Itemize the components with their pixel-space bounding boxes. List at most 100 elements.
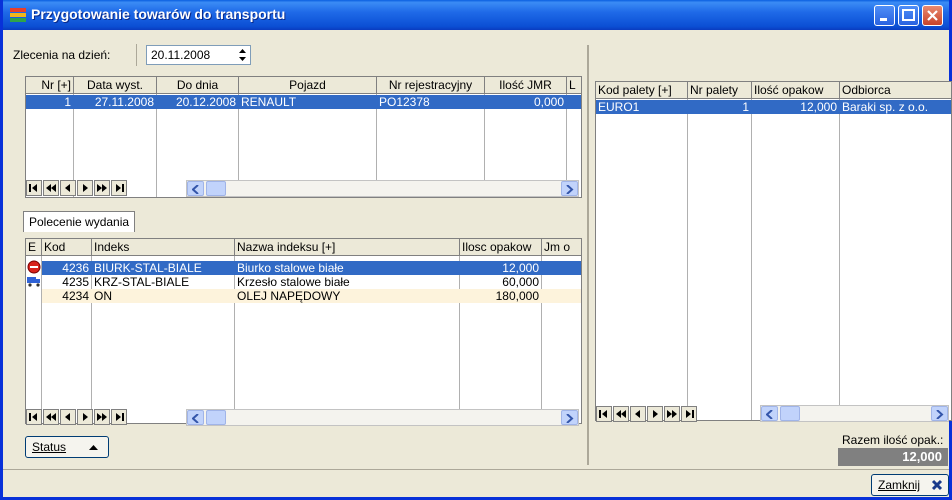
nav-next-page-button[interactable] bbox=[94, 180, 110, 196]
arrow-left-icon bbox=[192, 414, 199, 423]
nav-prev-page-button[interactable] bbox=[43, 180, 59, 196]
scroll-thumb[interactable] bbox=[206, 410, 226, 425]
orders-col-date[interactable]: Data wyst. bbox=[74, 77, 157, 94]
release-col-qty[interactable]: Ilosc opakow bbox=[460, 239, 542, 256]
nav-prev-page-button[interactable] bbox=[613, 406, 629, 422]
next-icon bbox=[653, 410, 658, 418]
orders-col-due[interactable]: Do dnia bbox=[157, 77, 239, 94]
first-icon bbox=[599, 410, 607, 418]
arrow-down-icon bbox=[239, 57, 246, 61]
close-button[interactable]: Zamknij bbox=[871, 474, 949, 496]
release-col-unit[interactable]: Jm o bbox=[542, 239, 581, 256]
release-col-name[interactable]: Nazwa indeksu [+] bbox=[235, 239, 460, 256]
spin-up-button[interactable] bbox=[235, 47, 249, 55]
close-icon bbox=[927, 10, 938, 21]
vertical-splitter[interactable] bbox=[587, 45, 589, 465]
table-row[interactable]: 4236 BIURK-STAL-BIALE Biurko stalowe bia… bbox=[42, 261, 581, 275]
nav-prev-page-button[interactable] bbox=[43, 409, 59, 425]
scroll-left-button[interactable] bbox=[187, 181, 204, 196]
nav-next-button[interactable] bbox=[647, 406, 663, 422]
scroll-left-button[interactable] bbox=[761, 406, 778, 421]
last-icon bbox=[116, 413, 124, 421]
nav-first-button[interactable] bbox=[26, 180, 42, 196]
scroll-right-button[interactable] bbox=[931, 406, 948, 421]
maximize-button[interactable] bbox=[898, 5, 919, 26]
next-page-icon bbox=[97, 184, 107, 192]
orders-col-plate[interactable]: Nr rejestracyjny bbox=[377, 77, 485, 94]
app-icon bbox=[10, 8, 26, 22]
release-hscrollbar[interactable] bbox=[186, 409, 579, 426]
status-button-label: Status bbox=[32, 440, 67, 454]
minimize-icon bbox=[880, 18, 887, 21]
release-col-e[interactable]: E bbox=[26, 239, 42, 256]
nav-next-page-button[interactable] bbox=[664, 406, 680, 422]
first-icon bbox=[29, 413, 37, 421]
prev-page-icon bbox=[46, 413, 56, 421]
scroll-thumb[interactable] bbox=[780, 406, 800, 421]
arrow-right-icon bbox=[566, 414, 574, 423]
status-button[interactable]: Status bbox=[25, 436, 109, 458]
prev-icon bbox=[65, 413, 70, 421]
stop-icon bbox=[27, 260, 41, 274]
nav-next-page-button[interactable] bbox=[94, 409, 110, 425]
pallets-col-qty[interactable]: Ilość opakow bbox=[752, 82, 840, 99]
orders-col-nr[interactable]: Nr [+] bbox=[26, 77, 74, 94]
scroll-right-button[interactable] bbox=[561, 181, 578, 196]
orders-col-vehicle[interactable]: Pojazd bbox=[239, 77, 377, 94]
orders-hscrollbar[interactable] bbox=[186, 180, 579, 197]
orders-col-extra[interactable]: L bbox=[567, 77, 581, 94]
nav-first-button[interactable] bbox=[596, 406, 612, 422]
next-icon bbox=[83, 413, 88, 421]
nav-next-button[interactable] bbox=[77, 409, 93, 425]
tab-release-order[interactable]: Polecenie wydania bbox=[23, 211, 136, 232]
nav-last-button[interactable] bbox=[681, 406, 697, 422]
prev-page-icon bbox=[46, 184, 56, 192]
pallets-col-recipient[interactable]: Odbiorca bbox=[840, 82, 951, 99]
date-spinner[interactable] bbox=[235, 47, 249, 63]
pallets-col-nr[interactable]: Nr palety bbox=[688, 82, 752, 99]
close-window-button[interactable] bbox=[922, 5, 943, 26]
main-window: Przygotowanie towarów do transportu Zlec… bbox=[0, 0, 952, 500]
nav-prev-button[interactable] bbox=[60, 180, 76, 196]
last-icon bbox=[686, 410, 694, 418]
nav-first-button[interactable] bbox=[26, 409, 42, 425]
window-title: Przygotowanie towarów do transportu bbox=[31, 6, 286, 22]
next-page-icon bbox=[667, 410, 677, 418]
scroll-right-button[interactable] bbox=[561, 410, 578, 425]
pallets-col-code[interactable]: Kod palety [+] bbox=[596, 82, 688, 99]
date-value: 20.11.2008 bbox=[151, 48, 211, 62]
arrow-up-icon bbox=[239, 49, 246, 53]
spin-down-button[interactable] bbox=[235, 55, 249, 63]
pallets-navigator bbox=[596, 406, 736, 422]
nav-prev-button[interactable] bbox=[60, 409, 76, 425]
release-col-code[interactable]: Kod bbox=[42, 239, 92, 256]
scroll-left-button[interactable] bbox=[187, 410, 204, 425]
nav-last-button[interactable] bbox=[111, 180, 127, 196]
maximize-icon bbox=[902, 9, 915, 21]
nav-prev-button[interactable] bbox=[630, 406, 646, 422]
table-row[interactable]: 4235 KRZ-STAL-BIALE Krzesło stalowe biał… bbox=[42, 275, 581, 289]
release-grid[interactable]: E Kod Indeks Nazwa indeksu [+] Ilosc opa… bbox=[25, 238, 582, 424]
table-row[interactable]: 1 27.11.2008 20.12.2008 RENAULT PO12378 … bbox=[26, 95, 581, 109]
prev-page-icon bbox=[616, 410, 626, 418]
footer-separator bbox=[3, 469, 949, 470]
orders-col-qty[interactable]: Ilość JMR bbox=[485, 77, 567, 94]
table-row[interactable]: EURO1 1 12,000 Baraki sp. z o.o. bbox=[596, 100, 951, 114]
nav-last-button[interactable] bbox=[111, 409, 127, 425]
pallets-hscrollbar[interactable] bbox=[760, 405, 949, 422]
release-col-index[interactable]: Indeks bbox=[92, 239, 235, 256]
date-filter-label: Zlecenia na dzień: bbox=[13, 48, 111, 62]
table-row[interactable]: 4234 ON OLEJ NAPĘDOWY 180,000 bbox=[42, 289, 581, 303]
date-input[interactable]: 20.11.2008 bbox=[146, 45, 251, 65]
arrow-right-icon bbox=[936, 410, 944, 419]
pallets-grid-header: Kod palety [+] Nr palety Ilość opakow Od… bbox=[596, 82, 951, 99]
last-icon bbox=[116, 184, 124, 192]
pallets-grid[interactable]: Kod palety [+] Nr palety Ilość opakow Od… bbox=[595, 81, 952, 421]
minimize-button[interactable] bbox=[874, 5, 895, 26]
arrow-up-icon bbox=[89, 445, 98, 450]
nav-next-button[interactable] bbox=[77, 180, 93, 196]
release-grid-header: E Kod Indeks Nazwa indeksu [+] Ilosc opa… bbox=[26, 239, 581, 256]
title-bar[interactable]: Przygotowanie towarów do transportu bbox=[3, 0, 949, 30]
scroll-thumb[interactable] bbox=[206, 181, 226, 196]
arrow-right-icon bbox=[566, 185, 574, 194]
